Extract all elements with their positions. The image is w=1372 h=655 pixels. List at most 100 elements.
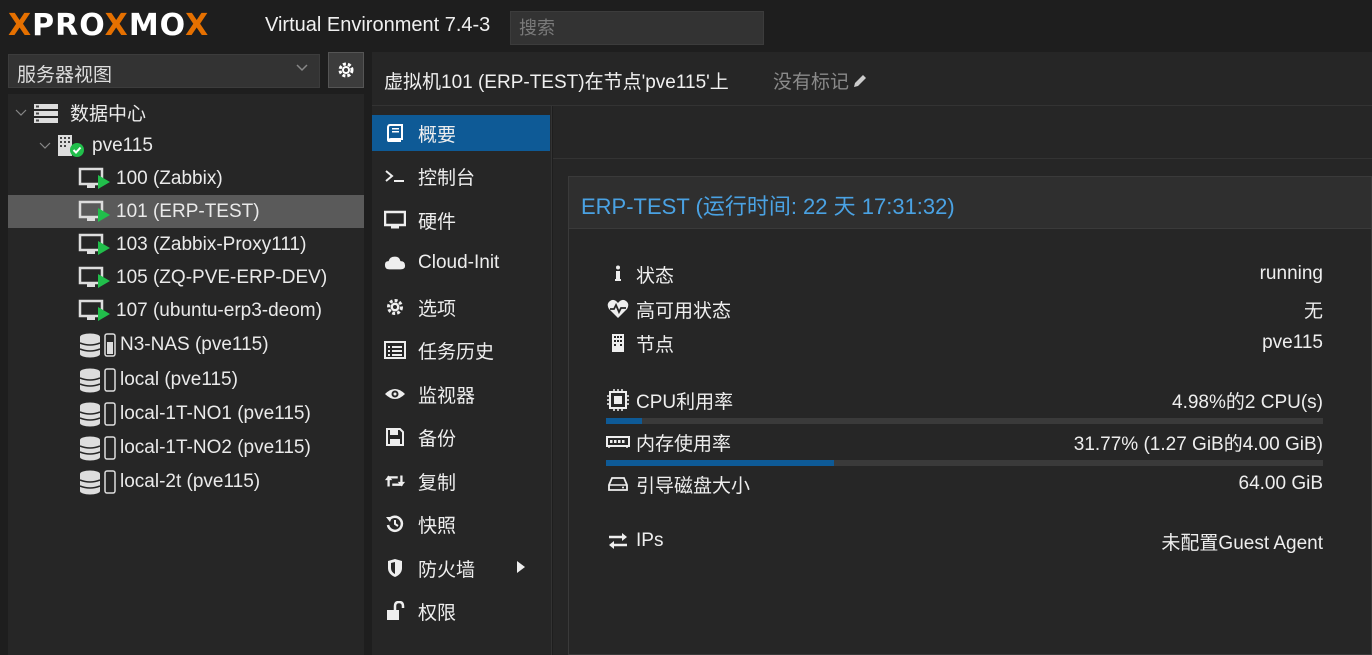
- vm-running-icon: [78, 167, 110, 189]
- logo-x: X: [8, 8, 33, 43]
- menu-item-hardware[interactable]: 硬件: [372, 202, 550, 238]
- cpu-icon: [606, 389, 630, 411]
- node-online-icon: [58, 134, 84, 157]
- row-ha-state: 高可用状态 无: [606, 294, 1323, 324]
- tree-node-storage-local-1t-no2[interactable]: local-1T-NO2 (pve115): [8, 431, 364, 464]
- row-cpu: CPU利用率 4.98%的2 CPU(s): [606, 385, 1323, 415]
- tree-node-vm-101[interactable]: 101 (ERP-TEST): [8, 195, 364, 228]
- tree-node-storage-local[interactable]: local (pve115): [8, 363, 364, 396]
- cpu-usage-fill: [606, 418, 642, 424]
- collapse-icon[interactable]: [14, 106, 28, 120]
- unlock-icon: [384, 600, 406, 622]
- tree-node-datacenter[interactable]: 数据中心: [8, 96, 364, 129]
- datacenter-icon: [34, 103, 58, 123]
- top-bar: XPROXMOX Virtual Environment 7.4-3: [0, 0, 1372, 52]
- vm-running-icon: [78, 200, 110, 222]
- menu-label: 权限: [418, 602, 457, 624]
- floppy-icon: [384, 426, 406, 448]
- row-ips: IPs 未配置Guest Agent: [606, 526, 1323, 556]
- menu-label: 快照: [418, 515, 457, 537]
- storage-icon: [79, 401, 116, 426]
- tags-label: 没有标记: [773, 72, 850, 93]
- page-title: 虚拟机101 (ERP-TEST)在节点'pve115'上: [384, 72, 729, 93]
- memory-usage-bar: [606, 460, 1323, 466]
- book-icon: [384, 122, 406, 144]
- row-label: 节点: [636, 334, 675, 356]
- tree-label: local-2t (pve115): [120, 470, 261, 492]
- menu-label: 任务历史: [418, 341, 495, 363]
- view-select-label: 服务器视图: [17, 65, 113, 86]
- row-value: 64.00 GiB: [1238, 473, 1324, 494]
- view-select[interactable]: 服务器视图: [8, 54, 320, 88]
- memory-usage-fill: [606, 460, 834, 466]
- tree-label: 100 (Zabbix): [116, 167, 223, 189]
- row-value: 无: [1303, 300, 1323, 322]
- tree-settings-button[interactable]: [328, 52, 364, 88]
- menu-label: 备份: [418, 428, 457, 450]
- row-value: 31.77% (1.27 GiB的4.00 GiB): [1073, 433, 1323, 455]
- row-value: running: [1259, 263, 1323, 284]
- heartbeat-icon: [606, 298, 630, 320]
- panel-heading: ERP-TEST (运行时间: 22 天 17:31:32): [569, 177, 1371, 229]
- cpu-usage-bar: [606, 418, 1323, 424]
- tree-label: local-1T-NO1 (pve115): [120, 402, 311, 424]
- logo-x2: X: [104, 8, 129, 43]
- logo-text-pro: PRO: [32, 8, 105, 43]
- tree-label: 101 (ERP-TEST): [116, 200, 260, 222]
- tree-node-vm-100[interactable]: 100 (Zabbix): [8, 162, 364, 195]
- tree-node-storage-n3-nas[interactable]: N3-NAS (pve115): [8, 328, 364, 361]
- row-label: 内存使用率: [636, 433, 732, 455]
- content-header: 虚拟机101 (ERP-TEST)在节点'pve115'上 没有标记: [372, 52, 1372, 106]
- collapse-icon[interactable]: [38, 139, 52, 153]
- pencil-icon[interactable]: [851, 72, 869, 90]
- gear-icon: [384, 296, 406, 318]
- tree-node-vm-107[interactable]: 107 (ubuntu-erp3-deom): [8, 294, 364, 327]
- menu-item-permissions[interactable]: 权限: [372, 593, 550, 629]
- tree-node-pve115[interactable]: pve115: [8, 129, 364, 162]
- row-label: 状态: [636, 265, 675, 287]
- proxmox-logo[interactable]: XPROXMOX: [8, 6, 260, 46]
- row-label: 高可用状态: [636, 300, 732, 322]
- tree-node-vm-105[interactable]: 105 (ZQ-PVE-ERP-DEV): [8, 261, 364, 294]
- row-label: CPU利用率: [636, 391, 734, 413]
- menu-label: 硬件: [418, 211, 457, 233]
- list-icon: [384, 339, 406, 361]
- expand-arrow-icon[interactable]: [516, 560, 526, 574]
- hdd-icon: [606, 473, 630, 495]
- vm-menu: 概要 控制台 硬件 Cloud-Init 选项 任务历史 监视器 备份 复制 快…: [372, 106, 552, 655]
- shield-icon: [384, 557, 406, 579]
- storage-icon: [79, 435, 116, 460]
- menu-item-firewall[interactable]: 防火墙: [372, 550, 550, 586]
- menu-item-backup[interactable]: 备份: [372, 419, 550, 455]
- row-node: 节点 pve115: [606, 328, 1323, 358]
- tree-node-storage-local-2t[interactable]: local-2t (pve115): [8, 465, 364, 498]
- menu-item-monitor[interactable]: 监视器: [372, 376, 550, 412]
- menu-item-options[interactable]: 选项: [372, 289, 550, 325]
- version-label: Virtual Environment 7.4-3: [265, 14, 491, 36]
- search-input[interactable]: [510, 11, 764, 45]
- logo-text-mo: MO: [128, 8, 186, 43]
- menu-label: Cloud-Init: [418, 252, 500, 273]
- tree-label: 103 (Zabbix-Proxy111): [116, 233, 307, 255]
- chevron-down-icon: [296, 64, 308, 72]
- logo-x3: X: [185, 8, 210, 43]
- vm-running-icon: [78, 266, 110, 288]
- menu-label: 概要: [418, 124, 457, 146]
- cloud-icon: [384, 252, 406, 274]
- info-icon: [606, 263, 630, 285]
- row-label: IPs: [636, 530, 664, 551]
- menu-item-task-history[interactable]: 任务历史: [372, 332, 550, 368]
- menu-label: 选项: [418, 298, 457, 320]
- tags-editor[interactable]: 没有标记: [773, 67, 869, 94]
- menu-item-summary[interactable]: 概要: [372, 115, 550, 151]
- menu-item-snapshots[interactable]: 快照: [372, 506, 550, 542]
- tree-node-vm-103[interactable]: 103 (Zabbix-Proxy111): [8, 228, 364, 261]
- storage-icon: [79, 367, 116, 392]
- monitor-icon: [384, 209, 406, 231]
- menu-item-console[interactable]: 控制台: [372, 158, 550, 194]
- vm-running-icon: [78, 299, 110, 321]
- menu-item-cloud-init[interactable]: Cloud-Init: [372, 245, 550, 281]
- status-panel: ERP-TEST (运行时间: 22 天 17:31:32) 状态 runnin…: [568, 176, 1372, 655]
- menu-item-replication[interactable]: 复制: [372, 463, 550, 499]
- tree-node-storage-local-1t-no1[interactable]: local-1T-NO1 (pve115): [8, 397, 364, 430]
